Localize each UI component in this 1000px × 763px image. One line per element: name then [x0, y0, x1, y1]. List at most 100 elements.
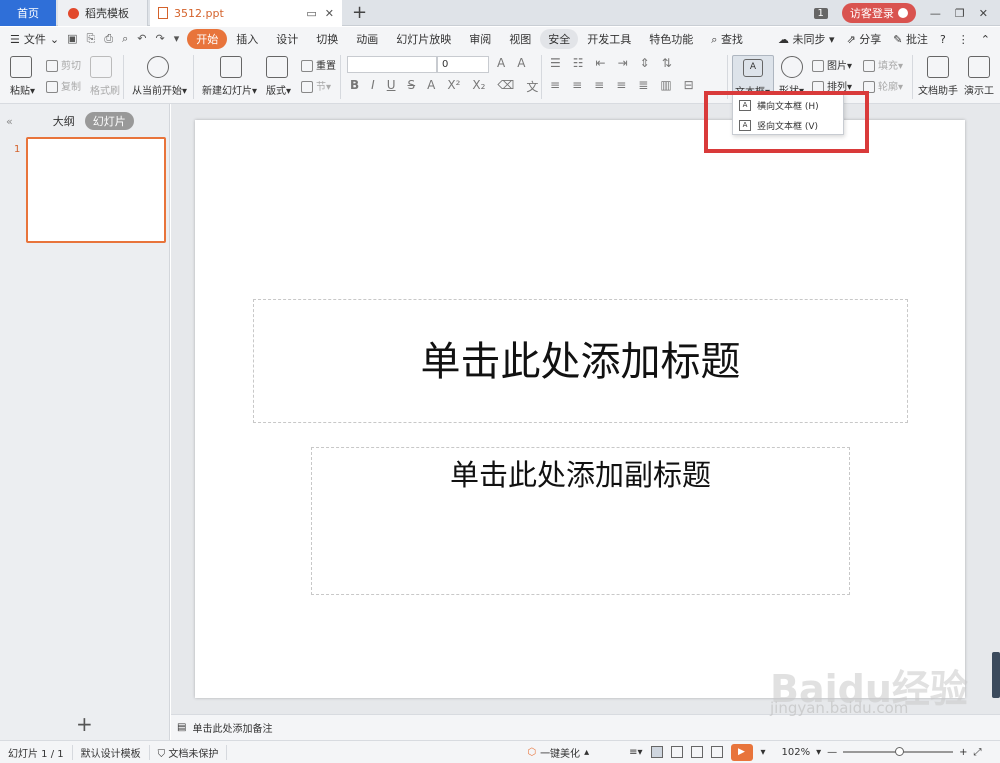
font-size-select[interactable]: 0	[437, 56, 489, 73]
menu-tab-security[interactable]: 安全	[540, 29, 579, 49]
menu-tab-insert[interactable]: 插入	[227, 31, 267, 47]
beautify-button[interactable]: ⬡ 一键美化 ▴	[527, 745, 589, 760]
counter-badge[interactable]: 1	[813, 7, 828, 19]
file-menu[interactable]: ☰ 文件 ⌄	[0, 31, 59, 47]
phonetic-icon[interactable]: 文	[526, 78, 538, 95]
zoom-in-icon[interactable]: +	[959, 747, 967, 758]
text-direction-icon[interactable]: ⇅	[662, 56, 672, 70]
collapse-ribbon-icon[interactable]: ⌃	[981, 33, 990, 46]
zoom-dropdown-icon[interactable]: ▾	[816, 747, 821, 758]
menu-tab-developer[interactable]: 开发工具	[578, 31, 640, 47]
layout-button[interactable]: 版式▾	[266, 56, 291, 97]
increase-indent-icon[interactable]: ⇥	[618, 56, 628, 70]
menu-tab-review[interactable]: 审阅	[460, 31, 500, 47]
presenter-view-icon[interactable]	[710, 746, 723, 758]
picture-button[interactable]: 图片▾	[812, 57, 852, 72]
notes-bar[interactable]: ▤ 单击此处添加备注	[171, 714, 1000, 740]
section-button[interactable]: 节▾	[301, 78, 331, 93]
menu-tab-start[interactable]: 开始	[187, 29, 228, 49]
menu-tab-animation[interactable]: 动画	[347, 31, 387, 47]
pin-icon[interactable]: ▭	[306, 7, 316, 20]
undo-icon[interactable]: ↶	[137, 32, 146, 46]
menu-tab-features[interactable]: 特色功能	[640, 31, 702, 47]
outline-button[interactable]: 轮廓▾	[863, 78, 903, 93]
tab-slides[interactable]: 幻灯片	[84, 112, 134, 130]
bullet-list-icon[interactable]: ☰	[550, 56, 561, 70]
more-icon[interactable]: ⋮	[958, 33, 969, 46]
play-options-icon[interactable]: ▾	[761, 747, 766, 758]
side-panel-handle[interactable]	[992, 652, 1000, 698]
sync-button[interactable]: ☁ 未同步 ▾	[778, 31, 835, 47]
tab-outline[interactable]: 大纲	[53, 113, 75, 129]
align-right-icon[interactable]: ≡	[594, 78, 604, 92]
annotate-button[interactable]: ✎ 批注	[893, 31, 928, 47]
title-placeholder[interactable]: 单击此处添加标题	[253, 299, 908, 423]
clear-format-icon[interactable]: ⌫	[497, 78, 514, 95]
export-icon[interactable]: ⎘	[87, 32, 96, 46]
doc-assistant-button[interactable]: 文档助手	[918, 56, 958, 97]
copy-button[interactable]: 复制	[46, 78, 81, 93]
bold-icon[interactable]: B	[350, 78, 359, 95]
presentation-tools-button[interactable]: 演示工	[964, 56, 994, 97]
help-icon[interactable]: ?	[940, 33, 946, 46]
share-button[interactable]: ⇗ 分享	[847, 31, 882, 47]
strikethrough-icon[interactable]: S	[408, 78, 416, 95]
slide-thumbnail[interactable]	[26, 137, 166, 243]
new-tab-button[interactable]: +	[352, 2, 367, 23]
tab-home[interactable]: 首页	[0, 0, 56, 26]
align-left-icon[interactable]: ≡	[550, 78, 560, 92]
line-spacing-icon[interactable]: ⇕	[640, 56, 650, 70]
decrease-font-icon[interactable]: A	[517, 56, 525, 70]
restore-icon[interactable]: ❐	[955, 7, 965, 20]
notes-toggle-icon[interactable]: ≡▾	[629, 747, 642, 758]
paste-button[interactable]: 粘贴▾	[10, 56, 35, 97]
zoom-level[interactable]: 102%	[782, 747, 811, 758]
menu-tab-view[interactable]: 视图	[500, 31, 540, 47]
justify-icon[interactable]: ≡	[616, 78, 626, 92]
new-slide-button[interactable]: 新建幻灯片▾	[202, 56, 257, 97]
zoom-slider-knob[interactable]	[895, 747, 905, 756]
sorter-view-icon[interactable]	[670, 746, 683, 758]
login-button[interactable]: 访客登录	[841, 3, 916, 23]
play-slideshow-button[interactable]: ▶	[730, 743, 753, 761]
font-family-select[interactable]	[347, 56, 437, 73]
zoom-out-icon[interactable]: —	[827, 747, 837, 758]
font-color-icon[interactable]: A	[427, 78, 435, 95]
tab-document[interactable]: 3512.ppt ▭ ✕	[150, 0, 342, 26]
add-slide-button[interactable]: +	[76, 712, 93, 736]
print-icon[interactable]: ⎙	[104, 32, 113, 46]
collapse-pane-icon[interactable]: «	[0, 115, 13, 128]
italic-icon[interactable]: I	[371, 78, 375, 95]
menu-tab-transition[interactable]: 切换	[307, 31, 347, 47]
play-from-current-button[interactable]: 从当前开始▾	[132, 56, 187, 97]
increase-font-icon[interactable]: A	[497, 56, 505, 70]
subscript-icon[interactable]: X₂	[472, 78, 485, 95]
fill-button[interactable]: 填充▾	[863, 57, 903, 72]
minimize-icon[interactable]: —	[930, 7, 941, 20]
decrease-indent-icon[interactable]: ⇤	[596, 56, 606, 70]
superscript-icon[interactable]: X²	[447, 78, 460, 95]
close-tab-icon[interactable]: ✕	[325, 7, 334, 20]
print-preview-icon[interactable]: ⌕	[122, 32, 128, 46]
reading-view-icon[interactable]	[690, 746, 703, 758]
reset-button[interactable]: 重置	[301, 57, 336, 72]
design-template[interactable]: 默认设计模板	[73, 744, 150, 760]
normal-view-icon[interactable]	[650, 746, 663, 758]
numbered-list-icon[interactable]: ☷	[573, 56, 584, 70]
close-window-icon[interactable]: ✕	[979, 7, 988, 20]
save-icon[interactable]: ▣	[67, 32, 77, 46]
distribute-icon[interactable]: ≣	[638, 78, 648, 92]
search-menu[interactable]: ⌕ 查找	[702, 31, 752, 47]
cut-button[interactable]: 剪切	[46, 57, 81, 72]
tab-docer[interactable]: 稻壳模板	[58, 0, 148, 26]
customize-icon[interactable]: ▾	[174, 32, 180, 46]
zoom-slider[interactable]	[843, 747, 954, 756]
menu-tab-design[interactable]: 设计	[267, 31, 307, 47]
format-painter-button[interactable]: 格式刷	[90, 56, 120, 97]
fit-window-icon[interactable]: ⤢	[974, 747, 982, 758]
align-text-icon[interactable]: ⊟	[684, 78, 694, 92]
menu-tab-slideshow[interactable]: 幻灯片放映	[387, 31, 460, 47]
slide[interactable]: 单击此处添加标题 单击此处添加副标题	[195, 120, 965, 698]
underline-icon[interactable]: U	[387, 78, 396, 95]
align-center-icon[interactable]: ≡	[572, 78, 582, 92]
